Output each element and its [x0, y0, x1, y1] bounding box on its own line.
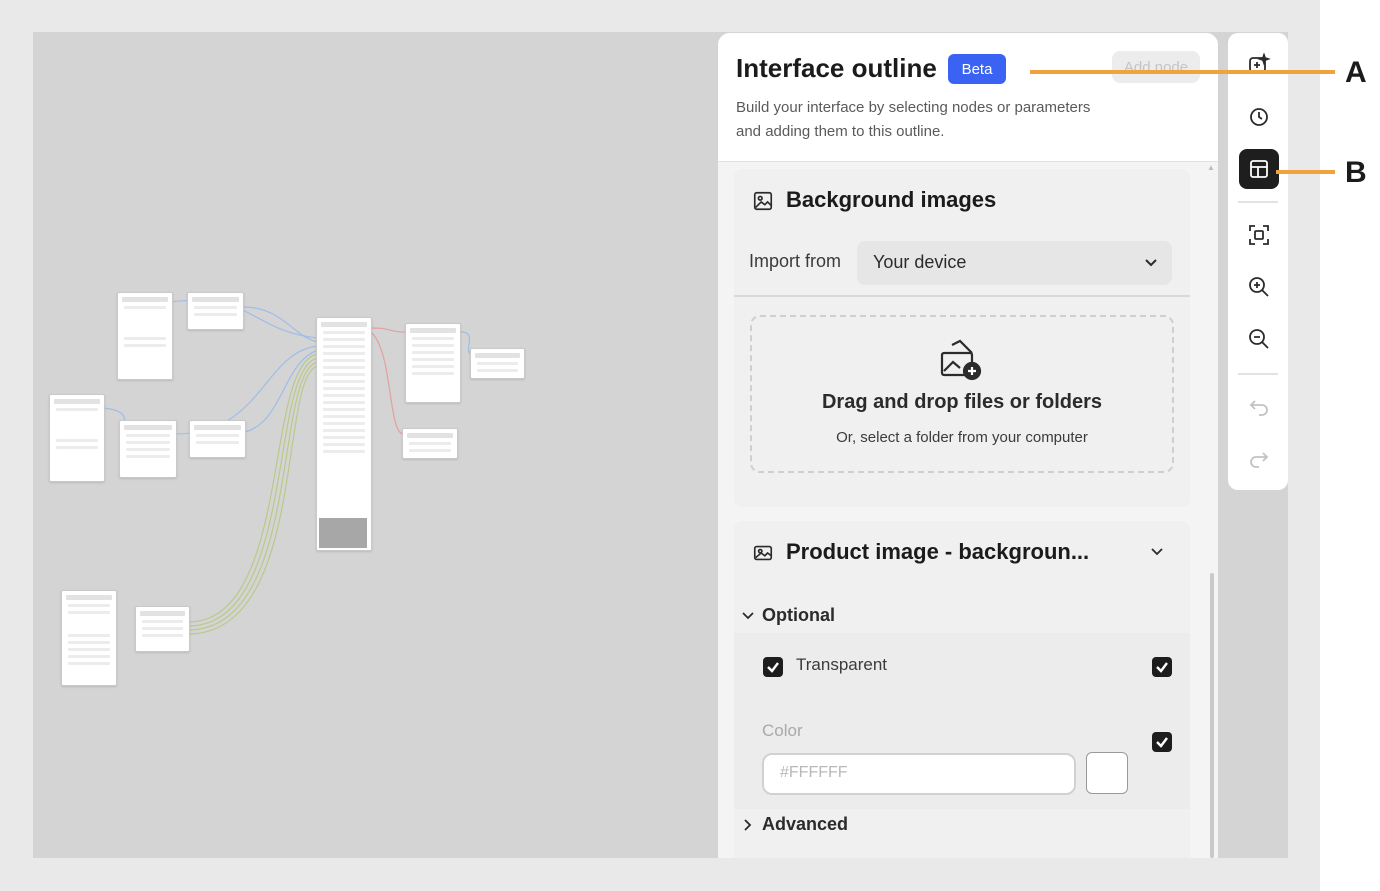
undo-button[interactable]	[1239, 387, 1279, 427]
divider	[734, 295, 1190, 297]
layout-button[interactable]	[1239, 149, 1279, 189]
product-image-card: Product image - backgroun... Optional Tr…	[734, 521, 1190, 858]
image-icon	[753, 191, 773, 211]
graph-node[interactable]	[117, 292, 173, 380]
background-images-title: Background images	[786, 187, 997, 212]
zoom-in-button[interactable]	[1239, 267, 1279, 307]
graph-node[interactable]	[189, 420, 246, 458]
graph-node[interactable]	[405, 323, 461, 403]
graph-node[interactable]	[119, 420, 177, 478]
layout-icon	[1250, 160, 1268, 178]
graph-node[interactable]	[61, 590, 117, 686]
scroll-up-arrow-icon[interactable]: ▲	[1207, 163, 1215, 172]
zoom-out-icon	[1249, 329, 1269, 349]
color-swatch[interactable]	[1086, 752, 1128, 794]
checkmark-icon	[767, 662, 779, 673]
graph-node[interactable]	[49, 394, 105, 482]
graph-node[interactable]	[470, 348, 525, 379]
upload-image-icon	[940, 339, 982, 381]
toolbar-divider	[1238, 373, 1278, 375]
images-icon	[753, 545, 773, 561]
chevron-down-icon	[742, 612, 754, 620]
drop-zone-title: Drag and drop files or folders	[821, 391, 1103, 413]
color-label: Color	[762, 721, 803, 740]
drop-zone-subtitle: Or, select a folder from your computer	[836, 429, 1088, 446]
redo-icon	[1250, 452, 1269, 468]
chevron-down-icon[interactable]	[1150, 545, 1164, 559]
import-from-label: Import from	[749, 251, 842, 271]
fit-screen-icon	[1249, 225, 1269, 245]
import-source-value: Your device	[873, 252, 967, 272]
toolbar-divider	[1238, 201, 1278, 203]
drop-zone[interactable]: Drag and drop files or folders Or, selec…	[750, 315, 1174, 473]
transparent-checkbox[interactable]	[763, 657, 783, 677]
transparent-label: Transparent	[796, 655, 888, 674]
zoom-in-icon	[1249, 277, 1269, 297]
optional-section-toggle[interactable]: Optional	[742, 605, 835, 626]
fit-screen-button[interactable]	[1239, 215, 1279, 255]
checkmark-icon	[1156, 662, 1168, 673]
history-button[interactable]	[1239, 97, 1279, 137]
right-toolbar	[1228, 33, 1288, 490]
callout-b: B	[1345, 156, 1367, 189]
chevron-down-icon	[1145, 259, 1157, 267]
panel-subtitle: Build your interface by selecting nodes …	[736, 99, 1091, 140]
callout-a-line	[1030, 70, 1335, 74]
sparkle-add-button[interactable]	[1239, 45, 1279, 85]
panel-header: Interface outline Beta Add node Build yo…	[718, 33, 1218, 162]
transparent-include-checkbox[interactable]	[1152, 657, 1172, 677]
background-images-card: Background images Import from Your devic…	[734, 169, 1190, 507]
advanced-label: Advanced	[762, 814, 849, 834]
color-include-checkbox[interactable]	[1152, 732, 1172, 752]
color-input-placeholder: #FFFFFF	[780, 764, 848, 781]
import-source-select[interactable]: Your device	[857, 241, 1172, 285]
callout-a: A	[1345, 56, 1367, 89]
advanced-section-toggle[interactable]: Advanced	[742, 814, 848, 835]
graph-node[interactable]	[135, 606, 190, 652]
callout-b-line	[1276, 170, 1335, 174]
graph-node[interactable]	[316, 317, 372, 551]
panel-title: Interface outline	[736, 53, 937, 83]
history-icon	[1250, 108, 1268, 126]
checkmark-icon	[1156, 737, 1168, 748]
beta-badge: Beta	[948, 54, 1006, 84]
undo-icon	[1249, 400, 1268, 416]
optional-section: Transparent Color #FFFFFF	[734, 633, 1190, 809]
color-input[interactable]: #FFFFFF	[762, 753, 1076, 795]
chevron-right-icon	[744, 819, 752, 831]
interface-outline-panel: Interface outline Beta Add node Build yo…	[718, 33, 1218, 858]
graph-node[interactable]	[402, 428, 458, 459]
optional-label: Optional	[762, 605, 835, 625]
redo-button[interactable]	[1239, 439, 1279, 479]
zoom-out-button[interactable]	[1239, 319, 1279, 359]
graph-node[interactable]	[187, 292, 244, 330]
product-image-title: Product image - backgroun...	[786, 539, 1090, 564]
scrollbar-thumb[interactable]	[1210, 573, 1214, 858]
add-node-button[interactable]: Add node	[1112, 51, 1200, 83]
